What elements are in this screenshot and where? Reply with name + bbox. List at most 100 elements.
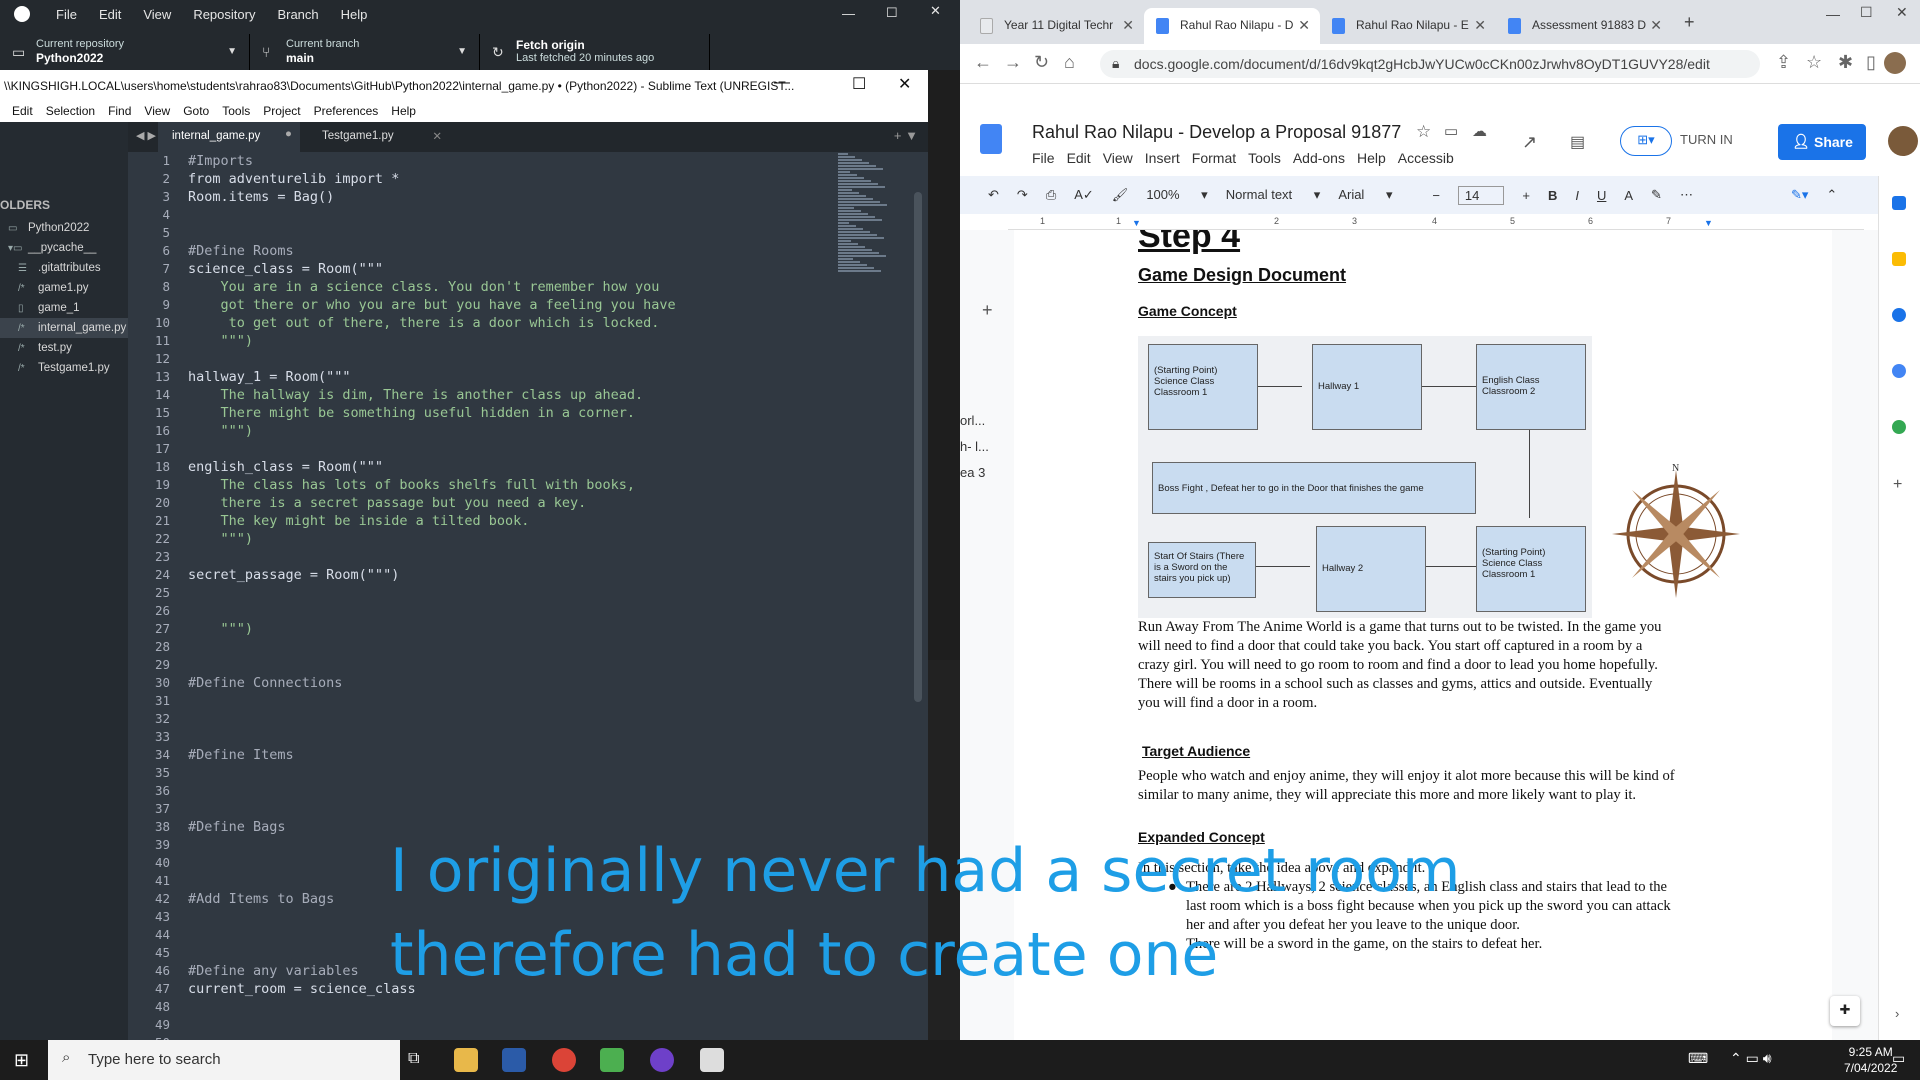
maximize-icon[interactable]: ☐ <box>852 74 866 94</box>
code-line[interactable]: english_class = Room(""" <box>188 458 758 476</box>
bold-icon[interactable]: B <box>1548 188 1557 203</box>
new-tab-icon[interactable]: + <box>1684 12 1695 33</box>
reload-icon[interactable]: ↻ <box>1034 52 1049 73</box>
document-page[interactable]: Step 4 Game Design Document Game Concept… <box>1014 230 1832 1040</box>
add-outline-icon[interactable]: + <box>982 300 993 321</box>
code-editor[interactable]: 1 2 3 4 5 6 7 8 9 10 11 12 13 14 15 16 17 18 19 20 21 22 23 24 2… <box>128 152 928 1050</box>
close-tab-icon[interactable]: ✕ <box>1122 17 1134 34</box>
avatar[interactable] <box>1888 126 1918 156</box>
close-tab-icon[interactable]: ✕ <box>1474 17 1486 34</box>
tree-file[interactable]: ☰ .gitattributes <box>0 258 128 278</box>
menu-edit[interactable]: Edit <box>12 104 33 118</box>
outline-item[interactable]: ea 3 <box>960 460 989 486</box>
outline-item[interactable]: orl... <box>960 408 989 434</box>
tab-internal-game[interactable]: internal_game.py ● <box>158 122 300 152</box>
minimize-icon[interactable]: — <box>842 6 855 21</box>
code-line[interactable] <box>188 350 758 368</box>
menu-selection[interactable]: Selection <box>46 104 95 118</box>
text-color-icon[interactable]: A <box>1624 188 1633 203</box>
maximize-icon[interactable]: ☐ <box>886 5 898 21</box>
docs-menu-file[interactable]: File <box>1032 150 1055 166</box>
docs-menu-view[interactable]: View <box>1103 150 1133 166</box>
close-icon[interactable]: ✕ <box>898 74 911 94</box>
zoom-select[interactable]: 100% ▾ <box>1146 187 1207 203</box>
notepad-icon[interactable] <box>700 1048 724 1072</box>
close-icon[interactable]: ✕ <box>1896 4 1908 21</box>
keyboard-icon[interactable]: ⌨ <box>1688 1050 1708 1067</box>
menu-help[interactable]: Help <box>341 7 368 22</box>
print-icon[interactable]: ⎙ <box>1046 187 1056 203</box>
code-line[interactable]: #Define Items <box>188 746 758 764</box>
back-icon[interactable]: ← <box>974 52 992 73</box>
minimize-icon[interactable]: — <box>1826 6 1840 22</box>
file-explorer-icon[interactable] <box>454 1048 478 1072</box>
docs-menu-tools[interactable]: Tools <box>1248 150 1281 166</box>
code-line[interactable]: There might be something useful hidden i… <box>188 404 758 422</box>
activity-trend-icon[interactable]: ↗ <box>1522 132 1537 153</box>
menu-file[interactable]: File <box>56 7 77 22</box>
share-button[interactable]: 👤︎ Share <box>1778 124 1866 160</box>
windows-start-icon[interactable]: ⊞ <box>14 1050 29 1071</box>
font-select[interactable]: Arial ▾ <box>1338 187 1414 203</box>
code-line[interactable]: science_class = Room(""" <box>188 260 758 278</box>
style-select[interactable]: Normal text ▾ <box>1226 187 1321 203</box>
code-line[interactable] <box>188 548 758 566</box>
tab-nav-arrows-icon[interactable]: ◀ ▶ <box>136 129 156 142</box>
undo-icon[interactable]: ↶ <box>988 187 999 203</box>
code-line[interactable]: #Define Rooms <box>188 242 758 260</box>
code-line[interactable]: hallway_1 = Room(""" <box>188 368 758 386</box>
editing-mode-icon[interactable]: ✎▾ <box>1791 187 1808 203</box>
docs-menu-addons[interactable]: Add-ons <box>1293 150 1345 166</box>
menu-find[interactable]: Find <box>108 104 131 118</box>
contacts-icon[interactable] <box>1892 364 1906 378</box>
extensions-icon[interactable]: ✱ <box>1838 52 1853 73</box>
code-line[interactable] <box>188 710 758 728</box>
tree-folder[interactable]: ▭ Python2022 <box>0 218 128 238</box>
increase-font-icon[interactable]: + <box>1522 188 1530 203</box>
more-options-icon[interactable]: ⋯ <box>1680 187 1693 203</box>
code-line[interactable]: """) <box>188 530 758 548</box>
close-tab-icon[interactable]: ✕ <box>432 129 442 143</box>
browser-tab[interactable]: Year 11 Digital Techr ✕ <box>968 8 1144 44</box>
code-line[interactable]: The class has lots of books shelfs full … <box>188 476 758 494</box>
keep-icon[interactable] <box>1892 252 1906 266</box>
code-line[interactable] <box>188 656 758 674</box>
close-tab-icon[interactable]: ✕ <box>1298 17 1310 34</box>
docs-menu-help[interactable]: Help <box>1357 150 1386 166</box>
github-desktop-icon[interactable] <box>650 1048 674 1072</box>
menu-tools[interactable]: Tools <box>222 104 250 118</box>
code-line[interactable]: #Define Bags <box>188 818 758 836</box>
star-icon[interactable]: ☆ <box>1416 122 1431 142</box>
tree-folder[interactable]: ▾▭ __pycache__ <box>0 238 128 258</box>
code-line[interactable] <box>188 224 758 242</box>
outline-item[interactable]: h- l... <box>960 434 989 460</box>
docs-menu-insert[interactable]: Insert <box>1145 150 1180 166</box>
code-line[interactable]: #Imports <box>188 152 758 170</box>
present-meet-icon[interactable]: ⊞▾ <box>1620 126 1672 156</box>
menu-goto[interactable]: Goto <box>183 104 209 118</box>
tasks-icon[interactable] <box>1892 308 1906 322</box>
menu-edit[interactable]: Edit <box>99 7 121 22</box>
browser-tab[interactable]: Assessment 91883 D ✕ <box>1496 8 1672 44</box>
system-tray-icons[interactable]: ⌃ ▭ 🔊︎ <box>1730 1050 1772 1067</box>
collapse-toolbar-icon[interactable]: ⌃ <box>1826 187 1837 203</box>
paint-format-icon[interactable]: 🖌︎ <box>1112 187 1129 203</box>
code-line[interactable] <box>188 692 758 710</box>
code-line[interactable] <box>188 584 758 602</box>
menu-repository[interactable]: Repository <box>193 7 255 22</box>
menu-view[interactable]: View <box>144 104 170 118</box>
vertical-scrollbar[interactable] <box>914 192 922 702</box>
redo-icon[interactable]: ↷ <box>1017 187 1028 203</box>
code-line[interactable]: The key might be inside a tilted book. <box>188 512 758 530</box>
menu-preferences[interactable]: Preferences <box>314 104 379 118</box>
minimize-icon[interactable]: — <box>774 74 790 92</box>
comments-icon[interactable]: ▤ <box>1570 132 1585 152</box>
docs-menu-edit[interactable]: Edit <box>1067 150 1091 166</box>
code-line[interactable] <box>188 206 758 224</box>
ruler[interactable]: 1 1 2 3 4 5 6 7 ▼ ▼ <box>1008 214 1864 230</box>
menu-branch[interactable]: Branch <box>277 7 318 22</box>
code-line[interactable] <box>188 998 758 1016</box>
code-line[interactable] <box>188 782 758 800</box>
move-folder-icon[interactable]: ▭ <box>1444 122 1458 140</box>
docs-menu-accessibility[interactable]: Accessib <box>1398 150 1454 166</box>
